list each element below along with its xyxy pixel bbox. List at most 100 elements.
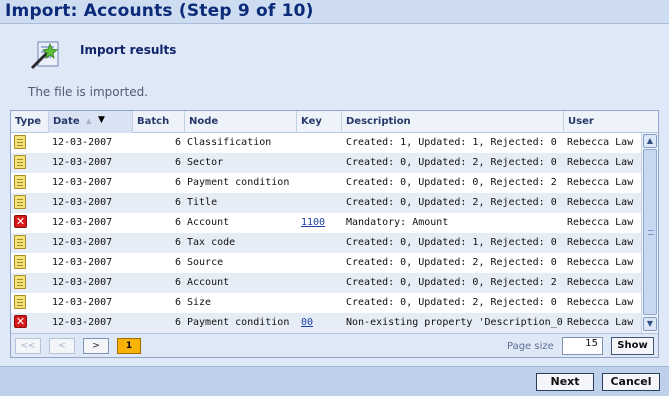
column-header-key[interactable]: Key xyxy=(297,111,342,133)
page-size-input[interactable]: 15 xyxy=(562,337,603,355)
document-icon xyxy=(14,255,26,269)
node-cell: Size xyxy=(187,297,212,308)
results-grid: Type Date ▲ ▼ Batch Node Key Description… xyxy=(10,110,659,358)
column-header-batch[interactable]: Batch xyxy=(133,111,185,133)
node-cell: Account xyxy=(187,217,230,228)
document-icon xyxy=(14,235,26,249)
node-cell: Title xyxy=(187,197,218,208)
description-cell: Non-existing property 'Description_0' xyxy=(346,317,564,328)
description-cell: Mandatory: Amount xyxy=(346,217,449,228)
type-cell xyxy=(14,175,28,191)
type-cell: ✕ xyxy=(14,215,28,231)
description-cell: Created: 0, Updated: 2, Rejected: 0 xyxy=(346,257,557,268)
sort-descending-icon: ▼ xyxy=(98,115,105,125)
document-icon xyxy=(14,275,26,289)
batch-cell: 6 xyxy=(174,297,181,308)
page-size-label: Page size xyxy=(507,341,554,352)
table-row[interactable]: 12-03-2007 6 Account Created: 0, Updated: 0… xyxy=(11,273,641,293)
date-cell: 12-03-2007 xyxy=(52,137,113,148)
document-icon xyxy=(14,295,26,309)
current-page-button[interactable]: 1 xyxy=(117,338,141,354)
wand-icon xyxy=(30,41,59,70)
table-row[interactable]: 12-03-2007 6 Sector Created: 0, Updated: 2,… xyxy=(11,153,641,173)
description-cell: Created: 0, Updated: 1, Rejected: 0 xyxy=(346,237,557,248)
vertical-scrollbar[interactable]: ▲ ▼ xyxy=(641,133,658,333)
user-cell: Rebecca Law xyxy=(567,197,634,208)
document-icon xyxy=(14,135,26,149)
batch-cell: 6 xyxy=(174,157,181,168)
show-button[interactable]: Show xyxy=(611,337,654,355)
date-cell: 12-03-2007 xyxy=(52,217,113,228)
table-row[interactable]: 12-03-2007 6 Source Created: 0, Updated: 2,… xyxy=(11,253,641,273)
key-link[interactable]: 00 xyxy=(301,317,341,328)
user-cell: Rebecca Law xyxy=(567,237,634,248)
document-icon xyxy=(14,195,26,209)
previous-page-button[interactable]: < xyxy=(49,338,75,354)
batch-cell: 6 xyxy=(174,217,181,228)
key-link[interactable]: 1100 xyxy=(301,217,341,228)
table-row[interactable]: ✕ 12-03-2007 6 Payment condition 00 Non-exist… xyxy=(11,313,641,333)
type-cell xyxy=(14,135,28,151)
batch-cell: 6 xyxy=(174,317,181,328)
scroll-down-icon[interactable]: ▼ xyxy=(643,317,657,331)
import-results-heading: Import results xyxy=(80,43,177,57)
date-cell: 12-03-2007 xyxy=(52,317,113,328)
node-cell: Payment condition xyxy=(187,177,290,188)
table-row[interactable]: 12-03-2007 6 Tax code Created: 0, Updated: … xyxy=(11,233,641,253)
description-cell: Created: 0, Updated: 2, Rejected: 0 xyxy=(346,197,557,208)
user-cell: Rebecca Law xyxy=(567,217,634,228)
table-row[interactable]: 12-03-2007 6 Size Created: 0, Updated: 2, R… xyxy=(11,293,641,313)
title-bar: Import: Accounts (Step 9 of 10) xyxy=(0,0,669,24)
node-cell: Classification xyxy=(187,137,272,148)
type-cell xyxy=(14,275,28,291)
type-cell xyxy=(14,155,28,171)
next-button[interactable]: Next xyxy=(536,373,594,391)
type-cell: ✕ xyxy=(14,315,28,331)
node-cell: Tax code xyxy=(187,237,236,248)
column-header-type[interactable]: Type xyxy=(11,111,49,133)
table-row[interactable]: 12-03-2007 6 Classification Created: 1, Upd… xyxy=(11,133,641,153)
column-header-user[interactable]: User xyxy=(564,111,658,133)
sort-ascending-icon: ▲ xyxy=(86,117,92,125)
table-row[interactable]: ✕ 12-03-2007 6 Account 1100 Mandatory: Amount… xyxy=(11,213,641,233)
type-cell xyxy=(14,195,28,211)
node-cell: Account xyxy=(187,277,230,288)
table-row[interactable]: 12-03-2007 6 Title Created: 0, Updated: 2, … xyxy=(11,193,641,213)
batch-cell: 6 xyxy=(174,277,181,288)
column-header-node[interactable]: Node xyxy=(185,111,297,133)
batch-cell: 6 xyxy=(174,177,181,188)
grid-header: Type Date ▲ ▼ Batch Node Key Description… xyxy=(11,111,658,133)
batch-cell: 6 xyxy=(174,137,181,148)
node-cell: Source xyxy=(187,257,224,268)
first-page-button[interactable]: << xyxy=(15,338,41,354)
user-cell: Rebecca Law xyxy=(567,137,634,148)
cancel-button[interactable]: Cancel xyxy=(602,373,660,391)
column-header-date[interactable]: Date ▲ ▼ xyxy=(49,111,133,133)
column-header-description[interactable]: Description xyxy=(342,111,564,133)
description-cell: Created: 1, Updated: 1, Rejected: 0 xyxy=(346,137,557,148)
window-title: Import: Accounts (Step 9 of 10) xyxy=(5,1,314,21)
scroll-up-icon[interactable]: ▲ xyxy=(643,134,657,148)
node-cell: Payment condition xyxy=(187,317,290,328)
error-icon: ✕ xyxy=(14,215,27,228)
user-cell: Rebecca Law xyxy=(567,257,634,268)
type-cell xyxy=(14,255,28,271)
error-icon: ✕ xyxy=(14,315,27,328)
grid-body: 12-03-2007 6 Classification Created: 1, Upd… xyxy=(11,133,641,333)
import-status-message: The file is imported. xyxy=(28,85,149,99)
next-page-button[interactable]: > xyxy=(83,338,109,354)
scrollbar-thumb[interactable] xyxy=(643,149,657,315)
user-cell: Rebecca Law xyxy=(567,177,634,188)
description-cell: Created: 0, Updated: 2, Rejected: 0 xyxy=(346,297,557,308)
column-header-date-label: Date xyxy=(53,116,80,127)
pager: << < > 1 Page size 15 Show xyxy=(11,333,658,357)
user-cell: Rebecca Law xyxy=(567,157,634,168)
batch-cell: 6 xyxy=(174,197,181,208)
scrollbar-grip xyxy=(648,230,654,235)
user-cell: Rebecca Law xyxy=(567,297,634,308)
table-row[interactable]: 12-03-2007 6 Payment condition Created: 0, … xyxy=(11,173,641,193)
date-cell: 12-03-2007 xyxy=(52,197,113,208)
batch-cell: 6 xyxy=(174,237,181,248)
date-cell: 12-03-2007 xyxy=(52,277,113,288)
date-cell: 12-03-2007 xyxy=(52,257,113,268)
